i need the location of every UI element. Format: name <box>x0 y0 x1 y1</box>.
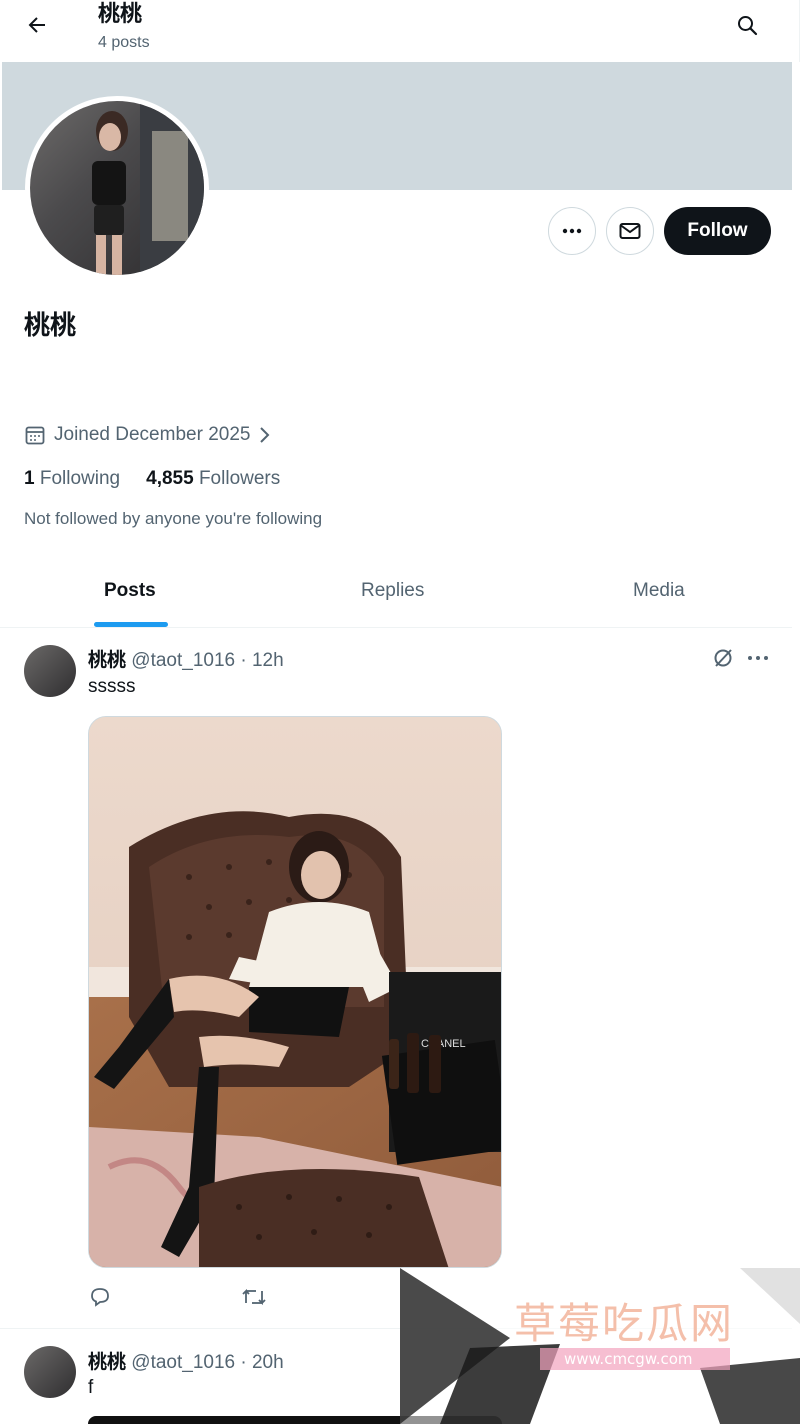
follow-stats: 1 Following 4,855 Followers <box>24 468 280 490</box>
tab-media[interactable]: Media <box>633 580 685 602</box>
header-post-count: 4 posts <box>98 34 150 51</box>
profile-avatar[interactable] <box>25 96 209 280</box>
followers-count: 4,855 <box>146 468 194 489</box>
reply-icon[interactable] <box>88 1285 112 1309</box>
joined-date-link[interactable]: Joined December 2025 <box>24 424 272 446</box>
post-more-icon[interactable] <box>746 648 770 668</box>
svg-text:CHANEL: CHANEL <box>421 1038 466 1050</box>
retweet-icon[interactable] <box>240 1285 268 1309</box>
post-header: 桃桃 @taot_1016 · 12h <box>88 645 284 672</box>
top-bar: 桃桃 4 posts <box>0 0 800 62</box>
post-text: f <box>88 1377 94 1398</box>
follow-button[interactable]: Follow <box>664 207 771 255</box>
grok-icon[interactable] <box>711 646 735 670</box>
followers-link[interactable]: 4,855 Followers <box>146 468 280 490</box>
profile-display-name: 桃桃 <box>24 311 77 341</box>
active-tab-indicator <box>94 622 168 627</box>
post-media-image[interactable]: CHANEL <box>88 716 502 1268</box>
post-author-name[interactable]: 桃桃 <box>88 649 126 671</box>
search-button[interactable] <box>728 6 766 44</box>
more-icon <box>562 228 582 234</box>
calendar-icon <box>25 426 45 445</box>
back-arrow-icon <box>28 17 45 33</box>
avatar-photo <box>30 101 204 275</box>
post-meta: @taot_1016 · 20h <box>131 1352 284 1373</box>
message-button[interactable] <box>606 207 654 255</box>
mail-icon <box>619 223 641 239</box>
watermark-url: www.cmcgw.com <box>564 1350 693 1368</box>
post-avatar[interactable] <box>24 645 76 697</box>
watermark: 草莓吃瓜网 www.cmcgw.com <box>400 1268 800 1424</box>
profile-tabs: Posts Replies Media <box>0 558 792 628</box>
joined-label: Joined December 2025 <box>54 424 251 445</box>
following-label: Following <box>39 468 121 489</box>
post-author-name[interactable]: 桃桃 <box>88 1351 126 1373</box>
post-avatar[interactable] <box>24 1346 76 1398</box>
more-options-button[interactable] <box>548 207 596 255</box>
following-count: 1 <box>24 468 35 489</box>
mutual-followers-note: Not followed by anyone you're following <box>24 509 323 528</box>
post-header: 桃桃 @taot_1016 · 20h <box>88 1347 284 1374</box>
header-title: 桃桃 <box>98 2 143 27</box>
tab-posts[interactable]: Posts <box>104 580 156 602</box>
back-button[interactable] <box>18 6 56 44</box>
tab-replies[interactable]: Replies <box>361 580 424 602</box>
followers-label: Followers <box>198 468 281 489</box>
post-meta: @taot_1016 · 12h <box>131 650 284 671</box>
post-text: sssss <box>88 676 136 697</box>
watermark-title: 草莓吃瓜网 <box>514 1299 735 1348</box>
following-link[interactable]: 1 Following <box>24 468 120 490</box>
chevron-right-icon <box>260 427 270 443</box>
search-icon <box>738 16 758 36</box>
